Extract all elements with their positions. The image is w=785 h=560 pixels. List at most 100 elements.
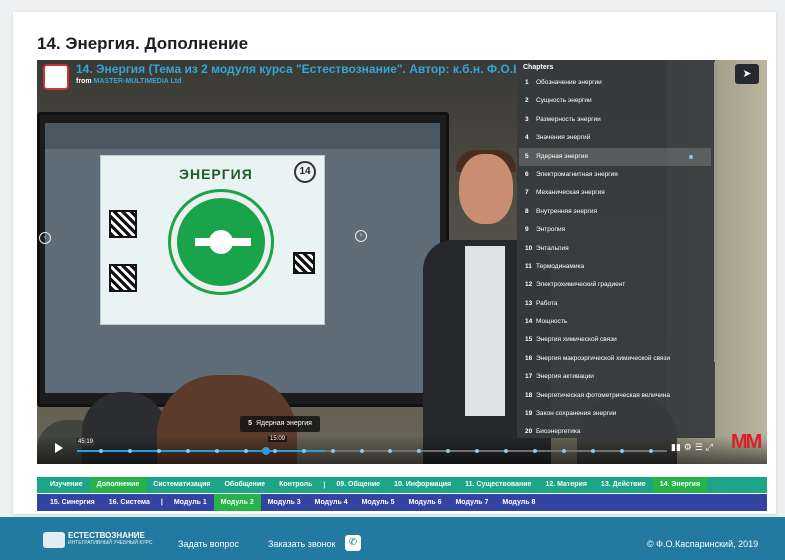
chapter-item[interactable]: 2 Сущность энергии — [519, 92, 711, 110]
chapter-label: Энергия активации — [536, 373, 594, 381]
chapter-number: 14 — [525, 318, 533, 326]
chapter-item[interactable]: 5 Ядерная энергия — [519, 147, 711, 166]
chapter-label: Энтропия — [536, 226, 566, 234]
video-byline: from MASTER-MULTIMEDIA Ltd — [76, 78, 181, 85]
chapter-item[interactable]: 17 Энергия активации — [519, 368, 711, 386]
section-menu-item[interactable]: 13. Действие — [594, 477, 653, 493]
section-menu-item[interactable]: Обобщение — [217, 477, 272, 493]
progress-bar[interactable] — [77, 450, 667, 452]
chapter-item[interactable]: 18 Энергетическая фотометрическая величин… — [519, 387, 711, 405]
chapters-list-icon[interactable]: ☰ — [695, 443, 703, 453]
chapter-item[interactable]: 8 Внутренняя энергия — [519, 203, 711, 221]
chapter-number: 4 — [525, 134, 529, 142]
section-menu-item[interactable]: Систематизация — [146, 477, 217, 493]
energy-logo — [171, 192, 271, 292]
module-menu-item[interactable]: Модуль 3 — [261, 494, 308, 511]
module-menu-item[interactable]: Модуль 2 — [213, 494, 261, 511]
section-menu-item[interactable]: 09. Общение — [329, 477, 387, 493]
chapter-label: Электрохимический градиент — [536, 281, 626, 289]
chapter-item[interactable]: 13 Работа — [519, 295, 711, 313]
mm-logo[interactable]: MM — [731, 431, 762, 454]
chapter-number: 19 — [525, 410, 533, 418]
paper-plane-icon[interactable]: ➤ — [735, 64, 759, 84]
chapter-item[interactable]: 15 Энергия химической связи — [519, 331, 711, 349]
phone-icon[interactable]: ✆ — [345, 535, 361, 551]
course-logo-icon[interactable] — [43, 532, 65, 548]
board-screen: ЭНЕРГИЯ 14 — [45, 123, 440, 393]
chapter-list: 1 Обозначение энергии 2 Сущность энергии 3 Ра… — [519, 74, 711, 442]
module-menu-item[interactable]: Модуль 5 — [355, 494, 402, 511]
chapter-item[interactable]: 3 Размерность энергии — [519, 111, 711, 129]
chapter-label: Работа — [536, 299, 558, 307]
volume-icon[interactable]: ▮▮ — [671, 443, 681, 453]
chapter-item[interactable]: 19 Закон сохранения энергии — [519, 405, 711, 423]
chapter-marker[interactable] — [127, 449, 132, 453]
chapter-item[interactable]: 11 Термодинамика — [519, 258, 711, 276]
chapter-marker[interactable] — [243, 449, 248, 453]
video-player[interactable]: ЭНЕРГИЯ 14 ‹ › 14. Энергия (Тема из 2 мо… — [37, 60, 767, 464]
copyright: © Ф.О.Каспаринский, 2019 — [647, 539, 759, 549]
chapter-number: 5 — [525, 152, 529, 160]
slide-number: 14 — [294, 161, 316, 183]
chapter-item[interactable]: 4 Значения энергий — [519, 129, 711, 147]
section-menu-item[interactable]: 12. Материя — [538, 477, 593, 493]
chapter-marker[interactable] — [359, 449, 364, 453]
video-title[interactable]: 14. Энергия (Тема из 2 модуля курса "Ест… — [76, 62, 516, 76]
chapter-item[interactable]: 7 Механическая энергия — [519, 184, 711, 202]
chapters-title: Chapters — [523, 64, 554, 71]
chapter-item[interactable]: 6 Электромагнитная энергия — [519, 166, 711, 184]
energy-logo-bar — [195, 238, 251, 246]
module-menu-item[interactable]: Модуль 4 — [308, 494, 355, 511]
request-call-link[interactable]: Заказать звонок — [268, 539, 335, 549]
chapter-marker[interactable] — [156, 449, 161, 453]
section-menu-item[interactable]: Контроль — [272, 477, 319, 493]
hover-time: 15:09 — [268, 436, 288, 442]
settings-gear-icon[interactable]: ⚙ — [684, 443, 692, 453]
chapter-label: Размерность энергии — [536, 115, 601, 123]
module-menu-item[interactable]: Модуль 1 — [167, 494, 214, 511]
chapter-marker[interactable] — [214, 449, 219, 453]
lecturer-shirt — [465, 246, 505, 416]
slide-heading: ЭНЕРГИЯ — [179, 166, 253, 182]
chapter-item[interactable]: 14 Мощность — [519, 313, 711, 331]
chapter-label: Электромагнитная энергия — [536, 170, 618, 178]
progress-handle[interactable] — [261, 447, 270, 455]
byline-author[interactable]: MASTER-MULTIMEDIA Ltd — [94, 78, 182, 85]
section-menu-item[interactable]: 10. Информация — [387, 477, 458, 493]
section-menu-item[interactable]: 14. Энергия — [652, 477, 708, 493]
chapter-number: 9 — [525, 226, 529, 234]
byline-prefix: from — [76, 78, 92, 85]
module-menu-item[interactable]: 16. Система — [102, 494, 157, 511]
chapters-scrollbar[interactable] — [714, 62, 717, 362]
chapter-label: Обозначение энергии — [536, 79, 602, 86]
menu-separator: | — [160, 499, 163, 506]
section-menu-item[interactable]: 11. Существование — [458, 477, 538, 493]
chapter-marker[interactable] — [649, 449, 653, 453]
chapter-item[interactable]: 16 Энергия макроэргической химической свя… — [519, 350, 711, 368]
chapter-label: Ядерная энергия — [536, 152, 588, 160]
chapter-marker[interactable] — [99, 449, 103, 453]
chapter-item[interactable]: 10 Энтальпия — [519, 240, 711, 258]
section-menu-item[interactable]: Изучение — [43, 477, 90, 493]
chapter-marker[interactable] — [272, 449, 277, 453]
chapter-label: Термодинамика — [536, 262, 585, 270]
module-menu-item[interactable]: Модуль 7 — [448, 494, 495, 511]
chapter-item[interactable]: 12 Электрохимический градиент — [519, 276, 711, 294]
section-menu-item[interactable]: Дополнение — [89, 477, 147, 493]
play-icon[interactable] — [55, 443, 63, 453]
interactive-board: ЭНЕРГИЯ 14 — [37, 112, 449, 407]
fullscreen-icon[interactable]: ⤢ — [706, 443, 713, 453]
chapter-label: Значения энергий — [536, 134, 591, 142]
module-menu-item[interactable]: Модуль 6 — [402, 494, 449, 511]
chapter-number: 11 — [525, 262, 532, 270]
module-menu-item[interactable]: Модуль 8 — [495, 494, 542, 511]
module-menu-item[interactable]: 15. Синергия — [43, 494, 102, 511]
channel-logo[interactable] — [43, 64, 69, 90]
chapter-label: Мощность — [536, 318, 568, 326]
ask-question-link[interactable]: Задать вопрос — [178, 539, 239, 549]
chapter-item[interactable]: 9 Энтропия — [519, 221, 711, 239]
chapter-item[interactable]: 1 Обозначение энергии — [519, 74, 711, 92]
chapter-marker[interactable] — [301, 449, 306, 453]
chapter-marker[interactable] — [185, 449, 190, 453]
chapter-marker[interactable] — [330, 449, 335, 453]
